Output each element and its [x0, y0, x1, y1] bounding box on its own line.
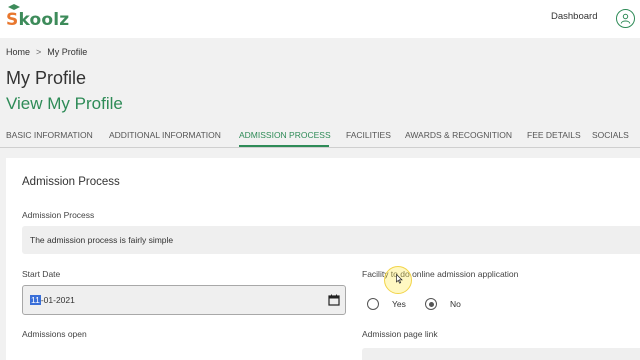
breadcrumb: Home > My Profile [6, 47, 87, 57]
breadcrumb-current: My Profile [47, 47, 88, 57]
breadcrumb-home[interactable]: Home [6, 47, 30, 57]
admission-process-field[interactable]: The admission process is fairly simple [22, 226, 640, 254]
tab-fee-details[interactable]: FEE DETAILS [527, 130, 581, 140]
facility-no-radio[interactable] [425, 298, 437, 310]
breadcrumb-separator: > [36, 47, 42, 57]
tab-awards-recognition[interactable]: AWARDS & RECOGNITION [405, 130, 512, 140]
tab-facilities[interactable]: FACILITIES [346, 130, 391, 140]
admission-page-link-field[interactable] [362, 348, 640, 360]
start-date-label: Start Date [22, 269, 61, 279]
tab-basic-information[interactable]: BASIC INFORMATION [6, 130, 93, 140]
admissions-open-label: Admissions open [22, 329, 87, 339]
user-menu-button[interactable] [616, 9, 635, 28]
tab-additional-information[interactable]: ADDITIONAL INFORMATION [109, 130, 221, 140]
start-date-selected-segment: 11 [30, 295, 41, 305]
tab-socials[interactable]: SOCIALS [592, 130, 629, 140]
top-bar: Skoolz Dashboard [0, 0, 640, 38]
facility-yes-label[interactable]: Yes [392, 299, 406, 309]
admission-process-label: Admission Process [22, 210, 95, 220]
start-date-value: 11-01-2021 [30, 295, 75, 305]
start-date-input[interactable]: 11-01-2021 [22, 285, 346, 315]
logo-text: Skoolz [6, 10, 70, 30]
card-title: Admission Process [22, 176, 120, 188]
admission-process-card: Admission Process Admission Process The … [6, 158, 640, 360]
admission-process-value: The admission process is fairly simple [30, 235, 174, 245]
page-subtitle: View My Profile [6, 94, 123, 113]
profile-tabs: BASIC INFORMATION ADDITIONAL INFORMATION… [0, 124, 640, 148]
mouse-cursor-icon [396, 274, 403, 284]
facility-no-label[interactable]: No [450, 299, 461, 309]
start-date-rest: -01-2021 [40, 295, 75, 305]
active-tab-indicator [239, 145, 329, 147]
dashboard-link[interactable]: Dashboard [551, 11, 597, 22]
facility-yes-radio[interactable] [367, 298, 379, 310]
skoolz-logo[interactable]: Skoolz [6, 4, 76, 32]
page-title: My Profile [6, 68, 87, 88]
tab-admission-process[interactable]: ADMISSION PROCESS [239, 130, 331, 140]
admission-page-link-label: Admission page link [362, 329, 438, 339]
user-icon [620, 13, 631, 24]
calendar-icon[interactable] [328, 294, 340, 306]
